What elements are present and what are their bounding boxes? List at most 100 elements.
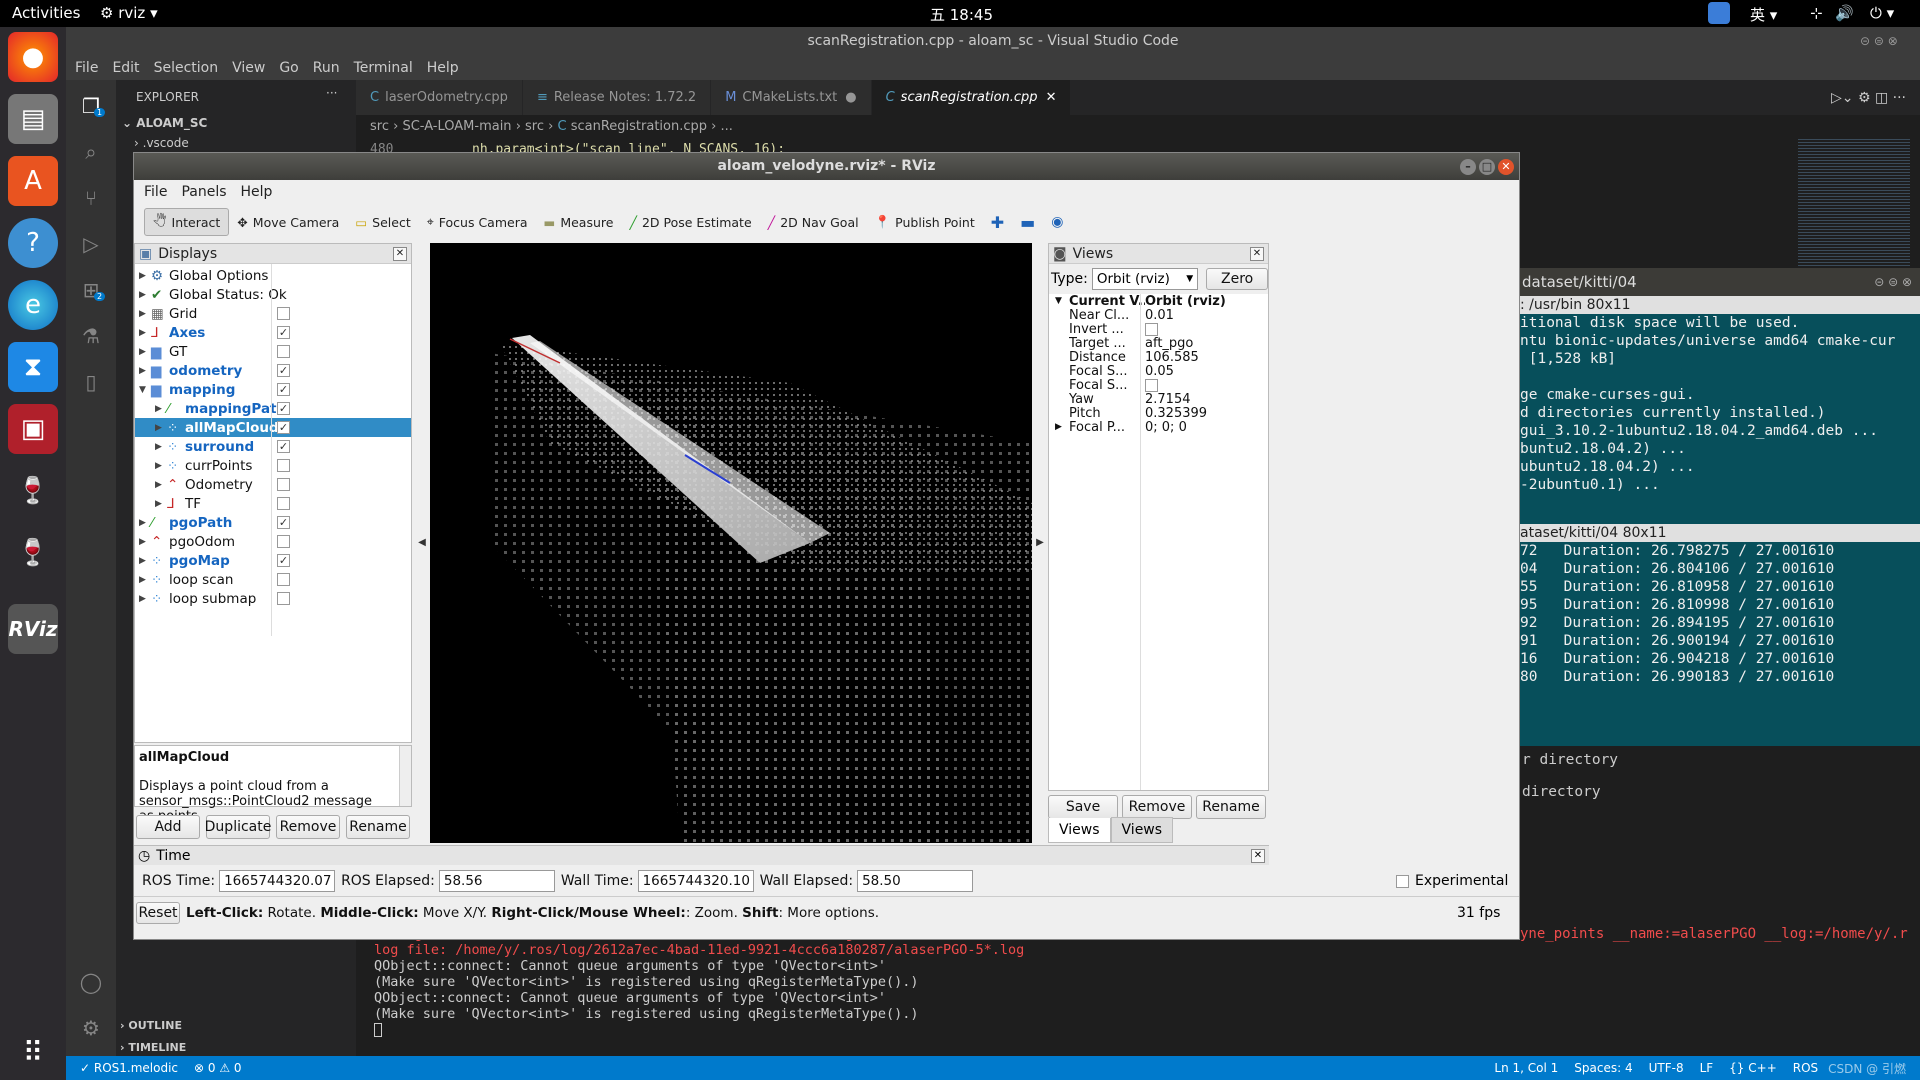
remove-view-button[interactable]: Remove (1122, 795, 1192, 819)
reset-button[interactable]: Reset (136, 902, 180, 924)
display-item[interactable]: ▶ ⅃ TF (135, 494, 411, 513)
close-panel-icon[interactable]: ✕ (393, 246, 407, 261)
expand-right-icon[interactable]: ▶ (1049, 422, 1069, 432)
rename-button[interactable]: Rename (346, 815, 410, 839)
breadcrumb-item[interactable]: src (370, 119, 389, 134)
tool-2d-pose-estimate[interactable]: ╱ 2D Pose Estimate (621, 208, 759, 236)
add-button[interactable]: Add (136, 815, 200, 839)
display-item[interactable]: ▶ ⁘ currPoints (135, 456, 411, 475)
software-center-icon[interactable]: A (8, 156, 58, 206)
views-type-select[interactable]: Orbit (rviz) ▼ (1091, 268, 1199, 290)
expand-down-icon[interactable]: ▼ (139, 385, 151, 395)
remove-tool-icon[interactable]: ▬ (1012, 208, 1043, 236)
expand-right-icon[interactable]: ▶ (155, 461, 167, 471)
volume-icon[interactable]: 🔊 (1835, 4, 1854, 22)
close-panel-icon[interactable]: ✕ (1250, 246, 1264, 261)
duplicate-button[interactable]: Duplicate (205, 815, 271, 839)
tool-2d-nav-goal[interactable]: ╱ 2D Nav Goal (760, 208, 867, 236)
display-item[interactable]: ▶ ▦ Grid (135, 304, 411, 323)
remove-button[interactable]: Remove (276, 815, 340, 839)
display-enable-checkbox[interactable] (277, 345, 290, 358)
terminal1[interactable]: : /usr/bin 80x11 itional disk space will… (1520, 296, 1920, 524)
rviz-menu-panels[interactable]: Panels (181, 184, 226, 200)
display-item[interactable]: ▶ ▆ odometry ✓ (135, 361, 411, 380)
tab-views-2[interactable]: Views (1110, 817, 1174, 843)
vscode-icon[interactable]: ⧗ (8, 342, 58, 392)
extensions-icon[interactable]: ⊞ 2 (78, 278, 106, 304)
rviz-dock-icon[interactable]: RViz (8, 604, 58, 654)
display-enable-checkbox[interactable] (277, 307, 290, 320)
render-viewport[interactable] (430, 243, 1032, 843)
expand-right-icon[interactable]: ▶ (139, 309, 151, 319)
display-enable-checkbox[interactable]: ✓ (277, 421, 290, 434)
power-icon[interactable]: ⏻ ▾ (1870, 4, 1894, 22)
zero-button[interactable]: Zero (1206, 268, 1268, 290)
source-control-icon[interactable]: ⑂ (78, 186, 104, 212)
menu-run[interactable]: Run (313, 60, 340, 76)
edge-icon[interactable]: e (8, 280, 58, 330)
tool-measure[interactable]: ▬ Measure (536, 208, 622, 236)
expand-right-icon[interactable]: ▶ (139, 575, 151, 585)
breadcrumb-item[interactable]: src (525, 119, 544, 134)
baidu-tray-icon[interactable] (1708, 2, 1730, 24)
status-ros[interactable]: ROS (1793, 1061, 1818, 1075)
display-item[interactable]: ▶ ⁘ surround ✓ (135, 437, 411, 456)
view-property-row[interactable]: ▶ Focal P... 0; 0; 0 (1049, 420, 1268, 435)
workspace-folder[interactable]: ⌄ ALOAM_SC (122, 116, 207, 130)
network-icon[interactable]: ⊹ (1810, 4, 1823, 22)
display-enable-checkbox[interactable]: ✓ (277, 402, 290, 415)
view-property-row[interactable]: Focal S... (1049, 378, 1268, 393)
expand-right-icon[interactable]: ▶ (155, 442, 167, 452)
expand-right-icon[interactable]: ▶ (155, 499, 167, 509)
view-property-row[interactable]: Distance 106.585 (1049, 350, 1268, 365)
minimize-icon[interactable]: – (1460, 159, 1476, 175)
view-property-row[interactable]: Near Cl... 0.01 (1049, 308, 1268, 323)
display-item[interactable]: ▶ ⅃ Axes ✓ (135, 323, 411, 342)
terminal-window-controls[interactable]: ⊝ ⊜ ⊗ (1874, 268, 1912, 296)
input-method[interactable]: 英 ▾ (1750, 4, 1777, 25)
tab-scanregistration[interactable]: CscanRegistration.cpp ✕ (871, 80, 1072, 115)
display-enable-checkbox[interactable] (277, 497, 290, 510)
remote-explorer-icon[interactable]: ▯ (78, 370, 104, 396)
collapse-left-arrow[interactable]: ◀ (414, 243, 430, 843)
expand-right-icon[interactable]: ▶ (139, 366, 151, 376)
activities-button[interactable]: Activities (12, 4, 80, 22)
menu-view[interactable]: View (232, 60, 265, 76)
tab-laserodometry[interactable]: ClaserOdometry.cpp (356, 80, 523, 115)
display-item[interactable]: ▶ ⁄ mappingPath ✓ (135, 399, 411, 418)
property-checkbox[interactable] (1145, 378, 1158, 392)
explorer-more-icon[interactable]: ··· (326, 86, 337, 100)
display-item[interactable]: ▶ ⚙ Global Options (135, 266, 411, 285)
display-enable-checkbox[interactable]: ✓ (277, 364, 290, 377)
menu-terminal[interactable]: Terminal (354, 60, 413, 76)
display-enable-checkbox[interactable]: ✓ (277, 554, 290, 567)
display-item[interactable]: ▼ ▆ mapping ✓ (135, 380, 411, 399)
app-menu[interactable]: ⚙ rviz ▾ (100, 4, 158, 22)
status-problems[interactable]: ⊗ 0 ⚠ 0 (194, 1061, 242, 1075)
experimental-checkbox[interactable]: Experimental (1396, 873, 1508, 889)
tab-cmakelists[interactable]: M CMakeLists.txt ● (711, 80, 872, 115)
breadcrumb-item[interactable]: ... (720, 119, 732, 134)
status-eol[interactable]: LF (1700, 1061, 1714, 1075)
files-icon[interactable]: ▤ (8, 94, 58, 144)
expand-right-icon[interactable]: ▶ (139, 518, 151, 528)
view-property-row[interactable]: Focal S... 0.05 (1049, 364, 1268, 379)
expand-right-icon[interactable]: ▶ (139, 537, 151, 547)
vscode-integrated-terminal[interactable]: os/log/2612a7ec-4bad-11ed-9921-4ccc6a180… (356, 925, 1920, 1056)
wall-elapsed-field[interactable]: 58.50 (857, 870, 974, 892)
status-ros-distro[interactable]: ✓ ROS1.melodic (80, 1061, 178, 1075)
display-enable-checkbox[interactable] (277, 459, 290, 472)
experimental-box[interactable] (1396, 874, 1409, 888)
display-enable-checkbox[interactable]: ✓ (277, 383, 290, 396)
collapse-right-arrow[interactable]: ▶ (1032, 243, 1048, 843)
expand-down-icon[interactable]: ▼ (1049, 296, 1069, 306)
tab-views-1[interactable]: Views (1048, 817, 1111, 843)
tab-release-notes[interactable]: ≡ Release Notes: 1.72.2 (522, 80, 712, 115)
display-enable-checkbox[interactable] (277, 573, 290, 586)
explorer-icon[interactable]: ❐ 1 (78, 94, 106, 120)
view-property-row[interactable]: Target ... aft_pgo (1049, 336, 1268, 351)
tool-publish-point[interactable]: 📍 Publish Point (867, 208, 983, 236)
rviz-menu-help[interactable]: Help (241, 184, 273, 200)
expand-right-icon[interactable]: ▶ (155, 480, 167, 490)
expand-right-icon[interactable]: ▶ (139, 556, 151, 566)
